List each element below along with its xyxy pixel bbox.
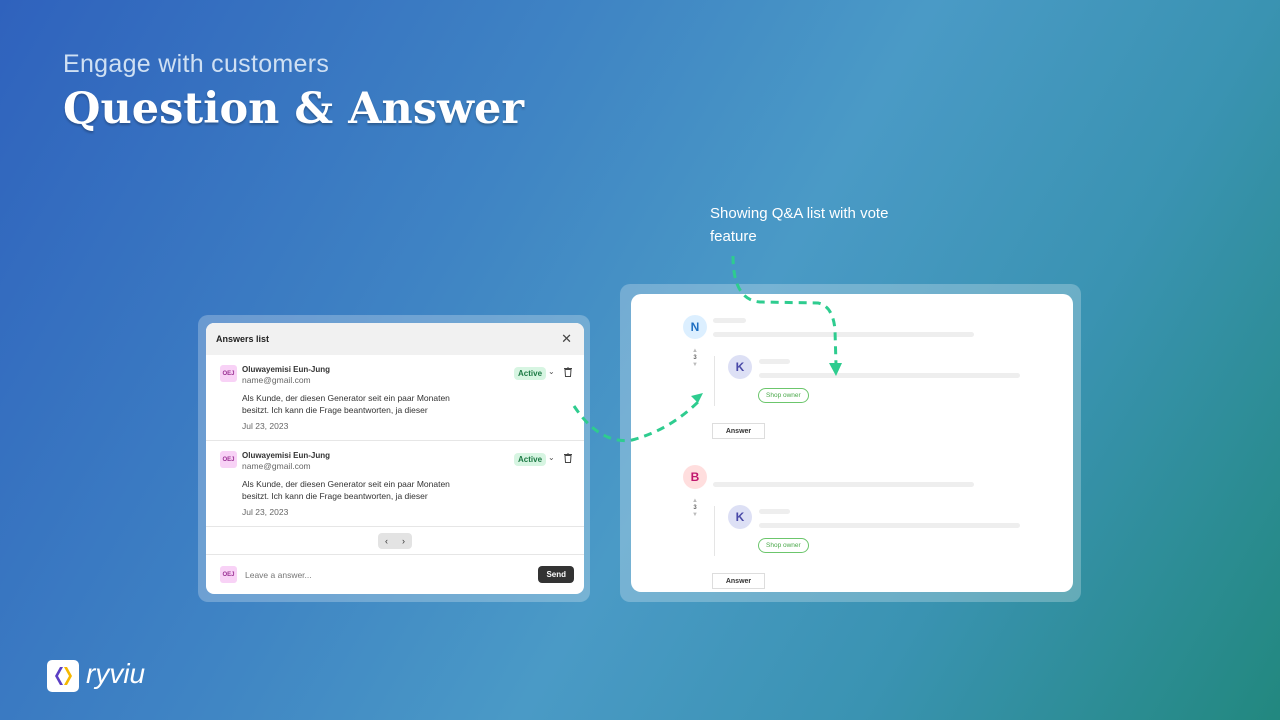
brand-name: ryviu — [86, 658, 146, 689]
arrow-line — [572, 398, 702, 443]
dashed-arrows — [572, 255, 842, 443]
arrow-head-icon — [691, 393, 703, 403]
arrow-line — [731, 255, 838, 366]
arrow-head-icon — [829, 363, 842, 376]
ryviu-logo-icon — [47, 660, 79, 692]
